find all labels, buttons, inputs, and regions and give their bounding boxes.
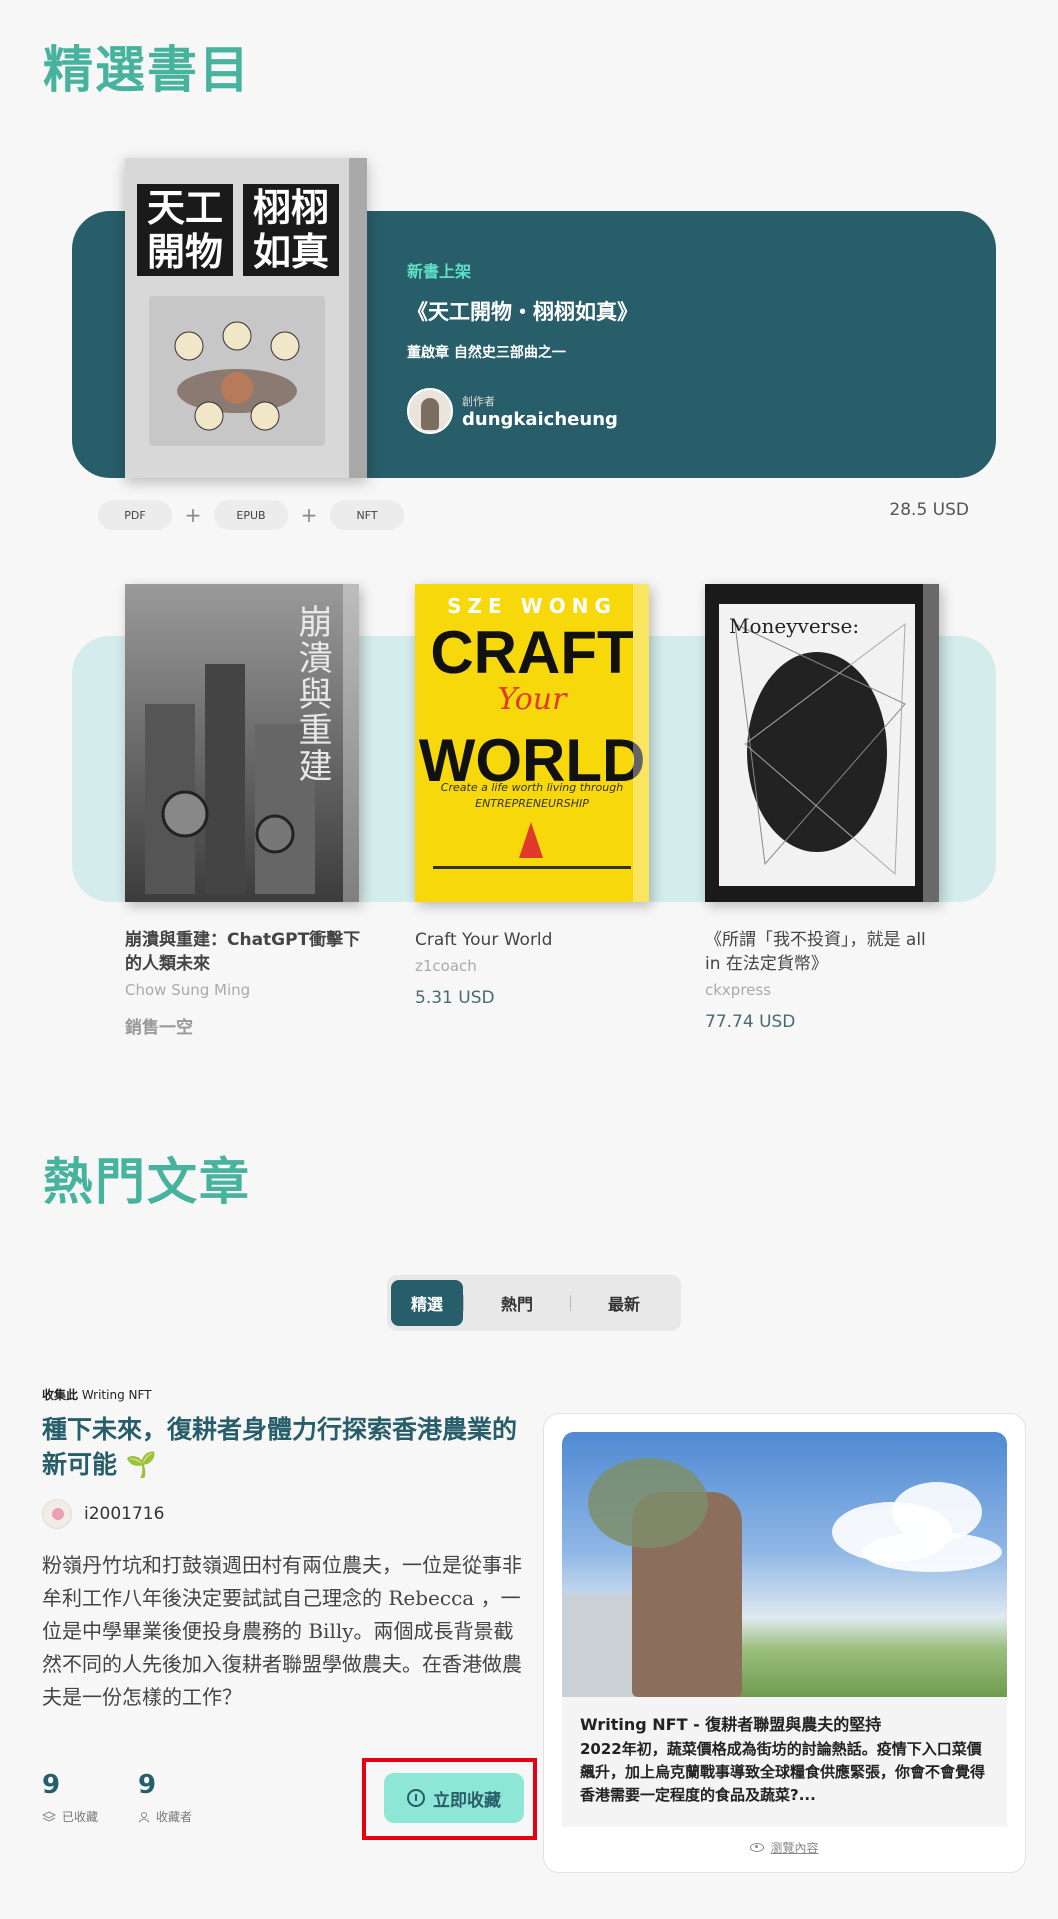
cover-author: SZE WONG (447, 594, 617, 618)
author-avatar[interactable] (42, 1499, 72, 1529)
book-cover[interactable]: Moneyverse: (705, 584, 939, 902)
layers-icon (42, 1810, 56, 1822)
collect-label: 收集此 Writing NFT (42, 1388, 152, 1402)
book-title[interactable]: 《所謂「我不投資」，就是 all in 在法定貨幣》 (705, 928, 945, 976)
cover-title: Moneyverse: (729, 614, 860, 638)
format-epub: EPUB (214, 500, 288, 530)
article-tabs: 精選 熱門 最新 (387, 1275, 681, 1331)
author-name[interactable]: dungkaicheung (462, 409, 618, 430)
collect-button-label: 立即收藏 (433, 1790, 501, 1811)
book-price: 5.31 USD (415, 988, 495, 1008)
book-cover[interactable]: 崩潰與重建 (125, 584, 359, 902)
book-price: 77.74 USD (705, 1012, 796, 1032)
nft-card[interactable]: Writing NFT - 復耕者聯盟與農夫的堅持 2022年初，蔬菜價格成為街… (543, 1413, 1026, 1873)
author-role-label: 創作者 (462, 394, 495, 408)
author-name[interactable]: i2001716 (84, 1504, 164, 1524)
browse-content-label: 瀏覽內容 (770, 1841, 819, 1855)
book-author[interactable]: Chow Sung Ming (125, 981, 365, 999)
nft-image[interactable] (562, 1432, 1007, 1697)
book-card[interactable]: Moneyverse: 《所謂「我不投資」，就是 all in 在法定貨幣》 c… (705, 584, 945, 1032)
sold-out-status: 銷售一空 (125, 1018, 193, 1038)
tab-featured[interactable]: 精選 (391, 1280, 463, 1326)
eye-icon (750, 1843, 765, 1852)
collected-count: 9 (42, 1770, 61, 1800)
cover-title-right: 栩栩如真 (243, 184, 339, 276)
new-release-badge: 新書上架 (407, 262, 472, 281)
book-title[interactable]: Craft Your World (415, 928, 655, 952)
browse-content-link[interactable]: 瀏覽內容 (544, 1839, 1025, 1856)
user-icon (138, 1811, 150, 1822)
hero-book-subtitle: 董啟章 自然史三部曲之一 (407, 345, 566, 361)
plus-icon: + (300, 503, 318, 527)
article-excerpt: 粉嶺丹竹坑和打鼓嶺週田村有兩位農夫，一位是從事非牟利工作八年後決定要試試自己理念… (42, 1553, 522, 1709)
book-cover[interactable]: SZE WONG CRAFT WORLD Your Create a life w… (415, 584, 649, 902)
collected-stat: 9 已收藏 (42, 1770, 98, 1825)
cover-illustration (149, 296, 325, 446)
nft-title[interactable]: Writing NFT - 復耕者聯盟與農夫的堅持 (580, 1711, 989, 1735)
cover-title-left: 天工開物 (137, 184, 233, 276)
nft-description: 2022年初，蔬菜價格成為街坊的討論熱話。疫情下入口菜價飆升，加上烏克蘭戰事導致… (580, 1740, 986, 1804)
collectors-stat: 9 收藏者 (138, 1770, 192, 1825)
cover-your: Your (497, 682, 567, 717)
hero-book-cover[interactable]: 天工開物 栩栩如真 (125, 158, 367, 478)
collectors-count: 9 (138, 1770, 157, 1800)
popular-articles-title: 熱門文章 (43, 1153, 251, 1211)
book-card[interactable]: 崩潰與重建 崩潰與重建：ChatGPT衝擊下的人類未來 Chow Sung Mi… (125, 584, 365, 1038)
book-author[interactable]: z1coach (415, 957, 655, 975)
book-title[interactable]: 崩潰與重建：ChatGPT衝擊下的人類未來 (125, 928, 365, 976)
hero-author[interactable]: 創作者 dungkaicheung (407, 388, 618, 434)
nft-info: Writing NFT - 復耕者聯盟與農夫的堅持 2022年初，蔬菜價格成為街… (562, 1697, 1007, 1827)
hero-book-title[interactable]: 《天工開物・栩栩如真》 (407, 296, 638, 326)
format-nft: NFT (330, 500, 404, 530)
plus-icon: + (184, 503, 202, 527)
paper-plane-icon (519, 822, 543, 858)
featured-books-title: 精選書目 (43, 41, 251, 99)
hero-info: 新書上架 《天工開物・栩栩如真》 董啟章 自然史三部曲之一 (407, 258, 638, 362)
collected-label: 已收藏 (62, 1810, 99, 1824)
book-card[interactable]: SZE WONG CRAFT WORLD Your Create a life w… (415, 584, 655, 1008)
cover-title: 崩潰與重建 (292, 604, 332, 784)
collectors-label: 收藏者 (156, 1810, 193, 1824)
collect-now-button[interactable]: 立即收藏 (384, 1773, 524, 1823)
tab-popular[interactable]: 熱門 (464, 1280, 570, 1326)
article-author[interactable]: i2001716 (42, 1499, 164, 1529)
tab-latest[interactable]: 最新 (571, 1280, 677, 1326)
format-list: PDF + EPUB + NFT (98, 500, 404, 530)
author-avatar[interactable] (407, 388, 453, 434)
hero-price: 28.5 USD (889, 500, 969, 520)
book-author[interactable]: ckxpress (705, 981, 945, 999)
cover-tagline: Create a life worth living through ENTRE… (440, 781, 624, 810)
format-pdf: PDF (98, 500, 172, 530)
article-title[interactable]: 種下未來，復耕者身體力行探索香港農業的新可能 🌱 (42, 1412, 532, 1482)
info-circle-icon (407, 1789, 425, 1807)
